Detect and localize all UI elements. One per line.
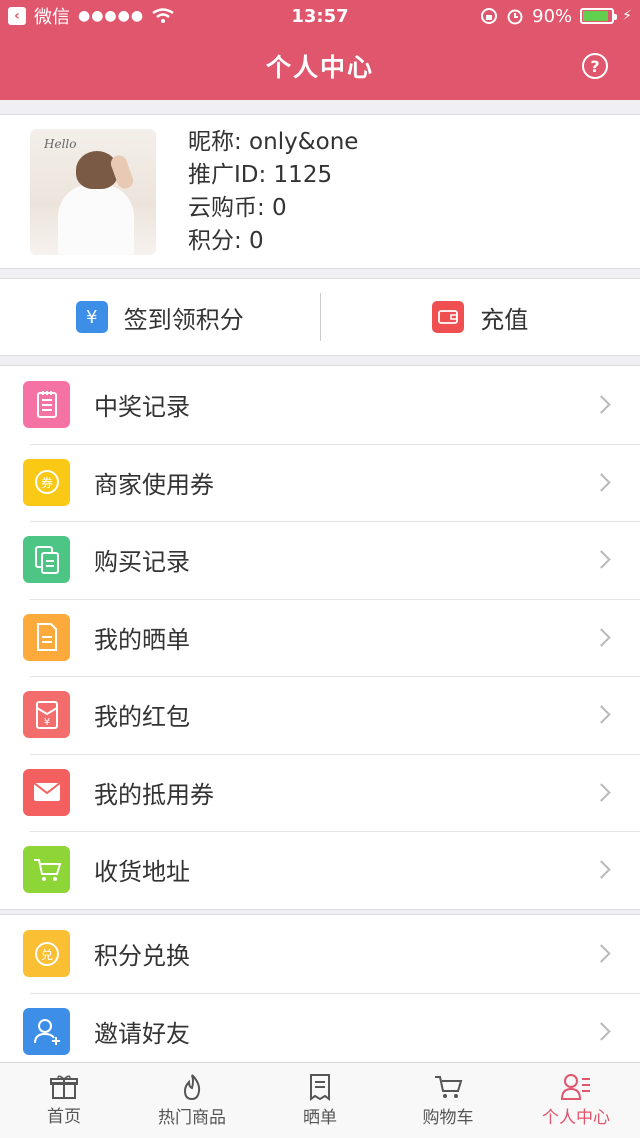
red-packet-icon: ¥ [23,691,70,739]
signal-icon: ●●●●● [78,8,145,24]
menu-item-label: 我的抵用券 [94,780,214,809]
wifi-icon [152,8,174,23]
add-user-icon [23,1007,70,1055]
chevron-right-icon [592,705,611,724]
status-bar: ‹ 微信 ●●●●● 13:57 90% ⚡ [0,0,640,32]
nickname: 昵称: only&one [188,129,359,155]
checkin-button[interactable]: ¥ 签到领积分 [0,279,320,355]
coin-balance: 云购币: 0 [188,195,287,221]
chevron-right-icon [592,473,611,492]
chevron-right-icon [592,550,611,569]
chevron-right-icon [592,783,611,802]
menu-item-points-exchange[interactable]: 兑 积分兑换 [0,915,640,993]
profile-info: 昵称: only&one 推广ID: 1125 云购币: 0 积分: 0 [188,126,358,257]
alarm-icon [507,9,523,25]
svg-text:¥: ¥ [43,717,49,728]
menu-item-my-posts[interactable]: 我的晒单 [0,598,640,677]
tab-label: 热门商品 [158,1108,226,1128]
chevron-right-icon [592,944,611,963]
gift-icon [50,1075,78,1099]
points-balance: 积分: 0 [188,228,264,254]
tab-label: 晒单 [303,1108,337,1128]
receipt-icon [310,1074,330,1101]
tab-bar: 首页 热门商品 晒单 购物车 个人中心 [0,1062,640,1138]
tab-label: 个人中心 [542,1108,610,1128]
wallet-icon [432,301,465,333]
navigation-bar: 个人中心 ? [0,32,640,100]
menu-item-purchase-records[interactable]: 购买记录 [0,521,640,599]
top-bar: ‹ 微信 ●●●●● 13:57 90% ⚡ 个人中心 ? [0,0,640,100]
menu-item-invite-friends[interactable]: 邀请好友 [0,992,640,1071]
user-list-icon [561,1074,590,1100]
menu-item-vouchers[interactable]: 我的抵用券 [0,753,640,832]
menu-item-winning-records[interactable]: 中奖记录 [0,366,640,444]
chevron-right-icon [592,1022,611,1041]
question-circle-icon[interactable]: ? [582,53,608,79]
menu-item-label: 邀请好友 [94,1019,190,1048]
flame-icon [183,1074,201,1101]
back-to-app-icon[interactable]: ‹ [8,7,26,25]
svg-text:兑: 兑 [40,948,52,962]
chevron-right-icon [592,395,611,414]
page-title: 个人中心 [265,53,374,82]
rotation-lock-icon [481,8,498,24]
notepad-icon [23,381,70,429]
quick-actions: ¥ 签到领积分 充值 [0,278,640,356]
chevron-right-icon [592,628,611,647]
tab-posts[interactable]: 晒单 [256,1063,384,1138]
menu-item-shipping-address[interactable]: 收货地址 [0,831,640,909]
chevron-right-icon [592,860,611,879]
battery-percent: 90% [532,5,573,27]
svg-text:券: 券 [40,475,52,490]
tab-profile[interactable]: 个人中心 [512,1063,640,1138]
cart-icon [23,846,70,894]
envelope-icon [23,768,70,816]
checkin-label: 签到领积分 [123,305,244,334]
menu-item-merchant-coupons[interactable]: 券 商家使用券 [0,443,640,522]
charging-icon: ⚡ [622,8,632,24]
battery-icon [580,8,618,24]
tab-label: 购物车 [422,1108,474,1128]
menu-item-label: 收货地址 [94,858,190,887]
recharge-button[interactable]: 充值 [321,279,640,355]
tab-hot-products[interactable]: 热门商品 [128,1063,256,1138]
tab-cart[interactable]: 购物车 [384,1063,512,1138]
menu-list-secondary: 兑 积分兑换 邀请好友 [0,914,640,1070]
tab-home[interactable]: 首页 [0,1063,128,1138]
cart-icon [435,1076,463,1098]
menu-item-label: 我的晒单 [94,625,190,654]
documents-icon [23,536,70,584]
menu-item-red-packets[interactable]: ¥ 我的红包 [0,676,640,754]
exchange-icon: 兑 [23,930,70,978]
menu-list-primary: 中奖记录 券 商家使用券 购买记录 我的晒单 ¥ 我的红包 我的抵用券 收货地址 [0,365,640,910]
tab-label: 首页 [47,1107,81,1127]
yen-icon: ¥ [75,301,108,333]
coupon-circle-icon: 券 [23,458,70,506]
carrier-label: 微信 [34,7,70,28]
promo-id: 推广ID: 1125 [188,162,333,188]
menu-item-label: 中奖记录 [94,393,190,422]
menu-item-label: 购买记录 [94,548,190,577]
profile-card: Hello 昵称: only&one 推广ID: 1125 云购币: 0 积分:… [0,114,640,269]
recharge-label: 充值 [480,305,529,334]
avatar[interactable]: Hello [30,128,156,255]
menu-item-label: 我的红包 [94,703,190,732]
battery-fill [583,11,609,21]
menu-item-label: 积分兑换 [94,942,190,971]
avatar-hello-text: Hello [44,136,77,151]
menu-item-label: 商家使用券 [94,470,214,499]
document-icon [23,613,70,661]
